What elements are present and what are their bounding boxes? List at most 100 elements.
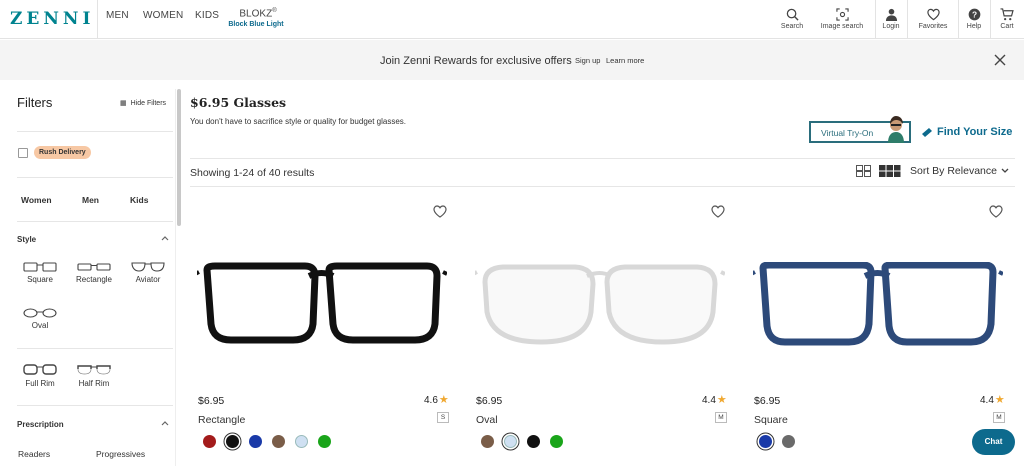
heart-icon — [926, 8, 940, 21]
color-swatch[interactable] — [481, 435, 494, 448]
zenni-logo[interactable]: ZENNI — [10, 9, 94, 29]
filter-readers[interactable]: Readers — [18, 449, 50, 459]
image-search-label: Image search — [820, 23, 864, 30]
color-swatch[interactable] — [295, 435, 308, 448]
glasses-image[interactable] — [753, 262, 1003, 346]
close-icon[interactable] — [994, 54, 1006, 66]
filter-kids[interactable]: Kids — [130, 195, 148, 205]
chat-button[interactable]: Chat — [972, 429, 1015, 455]
help-icon: ? — [968, 8, 980, 21]
color-swatch[interactable] — [550, 435, 563, 448]
product-card[interactable]: $6.95 4.6★ S Rectangle — [189, 196, 461, 466]
learn-more-link[interactable]: Learn more — [606, 56, 644, 65]
favorites-button[interactable]: Favorites — [912, 0, 954, 39]
registered-mark: ® — [272, 8, 277, 14]
search-label: Search — [780, 23, 804, 30]
sort-dropdown[interactable]: Sort By Relevance — [910, 165, 1009, 177]
grid-3x2-icon[interactable] — [879, 165, 901, 177]
product-card[interactable]: $6.95 4.4★ M Oval — [467, 196, 739, 466]
nav-women[interactable]: WOMEN — [143, 10, 183, 21]
page-title: $6.95 Glasses — [190, 95, 287, 110]
find-your-size-link[interactable]: Find Your Size — [921, 126, 1012, 138]
rim-half[interactable]: Half Rim — [72, 363, 116, 388]
chevron-up-icon[interactable] — [161, 235, 169, 241]
color-swatch[interactable] — [759, 435, 772, 448]
divider — [17, 405, 173, 406]
star-icon: ★ — [716, 394, 727, 406]
product-shape: Rectangle — [198, 414, 246, 426]
cart-icon — [1000, 8, 1014, 21]
product-card[interactable]: $6.95 4.4★ M Square — [745, 196, 1017, 466]
color-swatch[interactable] — [272, 435, 285, 448]
grid-view-toggle[interactable] — [856, 165, 901, 183]
product-rating: 4.4★ — [980, 394, 1005, 406]
divider — [907, 0, 908, 39]
image-search-button[interactable]: Image search — [816, 0, 868, 39]
user-icon — [885, 8, 897, 21]
oval-frame-icon — [23, 308, 57, 318]
filter-progressives[interactable]: Progressives — [96, 449, 145, 459]
style-oval-label: Oval — [31, 321, 49, 330]
product-price: $6.95 — [198, 395, 225, 407]
style-square[interactable]: Square — [18, 261, 62, 284]
filter-women[interactable]: Women — [21, 195, 52, 205]
product-shape: Square — [754, 414, 788, 426]
nav-men[interactable]: MEN — [106, 10, 129, 21]
color-swatch[interactable] — [527, 435, 540, 448]
search-button[interactable]: Search — [776, 0, 808, 39]
rush-delivery-badge[interactable]: Rush Delivery — [34, 146, 91, 159]
glasses-image[interactable] — [197, 262, 447, 346]
hide-filters-label: Hide Filters — [130, 100, 167, 107]
color-swatch[interactable] — [249, 435, 262, 448]
color-swatch[interactable] — [318, 435, 331, 448]
page-subtitle: You don't have to sacrifice style or qua… — [190, 117, 407, 126]
style-aviator[interactable]: Aviator — [126, 261, 170, 284]
divider — [17, 131, 173, 132]
filter-men[interactable]: Men — [82, 195, 99, 205]
aviator-frame-icon — [131, 262, 165, 272]
favorite-heart-icon[interactable] — [433, 205, 447, 218]
color-swatch[interactable] — [782, 435, 795, 448]
chevron-up-icon[interactable] — [161, 420, 169, 426]
signup-link[interactable]: Sign up — [575, 56, 600, 65]
nav-blokz[interactable]: BLOKZ® Block Blue Light — [228, 8, 284, 28]
style-section-title[interactable]: Style — [17, 235, 36, 244]
style-square-label: Square — [27, 275, 53, 284]
sidebar-scrollbar[interactable] — [177, 89, 181, 226]
favorites-label: Favorites — [918, 23, 948, 30]
favorite-heart-icon[interactable] — [989, 205, 1003, 218]
hide-filters-button[interactable]: ▦ Hide Filters — [120, 99, 166, 107]
login-button[interactable]: Login — [876, 0, 906, 39]
ruler-icon — [922, 128, 932, 137]
prescription-section-title[interactable]: Prescription — [17, 420, 64, 429]
grid-2x2-icon[interactable] — [856, 165, 871, 177]
full-rim-icon — [23, 364, 57, 375]
size-badge: M — [715, 412, 727, 423]
favorite-heart-icon[interactable] — [711, 205, 725, 218]
half-rim-label: Half Rim — [78, 379, 110, 388]
style-oval[interactable]: Oval — [18, 307, 62, 330]
filters-sidebar: Filters ▦ Hide Filters Rush Delivery Wome… — [8, 89, 176, 466]
divider — [17, 177, 173, 178]
help-button[interactable]: ? Help — [962, 0, 986, 39]
cart-button[interactable]: Cart — [994, 0, 1020, 39]
size-badge: M — [993, 412, 1005, 423]
try-on-model-image — [880, 112, 910, 143]
divider — [17, 348, 173, 349]
color-swatch[interactable] — [226, 435, 239, 448]
product-price: $6.95 — [754, 395, 781, 407]
rim-full[interactable]: Full Rim — [18, 363, 62, 388]
rush-delivery-checkbox[interactable] — [18, 148, 28, 158]
color-swatch[interactable] — [203, 435, 216, 448]
divider — [190, 158, 1015, 159]
divider — [190, 186, 1015, 187]
product-rating: 4.6★ — [424, 394, 449, 406]
style-rectangle[interactable]: Rectangle — [72, 261, 116, 284]
color-swatch[interactable] — [504, 435, 517, 448]
blokz-subtitle: Block Blue Light — [228, 21, 284, 29]
glasses-image[interactable] — [475, 262, 725, 346]
divider — [97, 0, 98, 39]
chevron-down-icon — [1001, 168, 1009, 173]
square-frame-icon — [23, 262, 57, 272]
nav-kids[interactable]: KIDS — [195, 10, 219, 21]
